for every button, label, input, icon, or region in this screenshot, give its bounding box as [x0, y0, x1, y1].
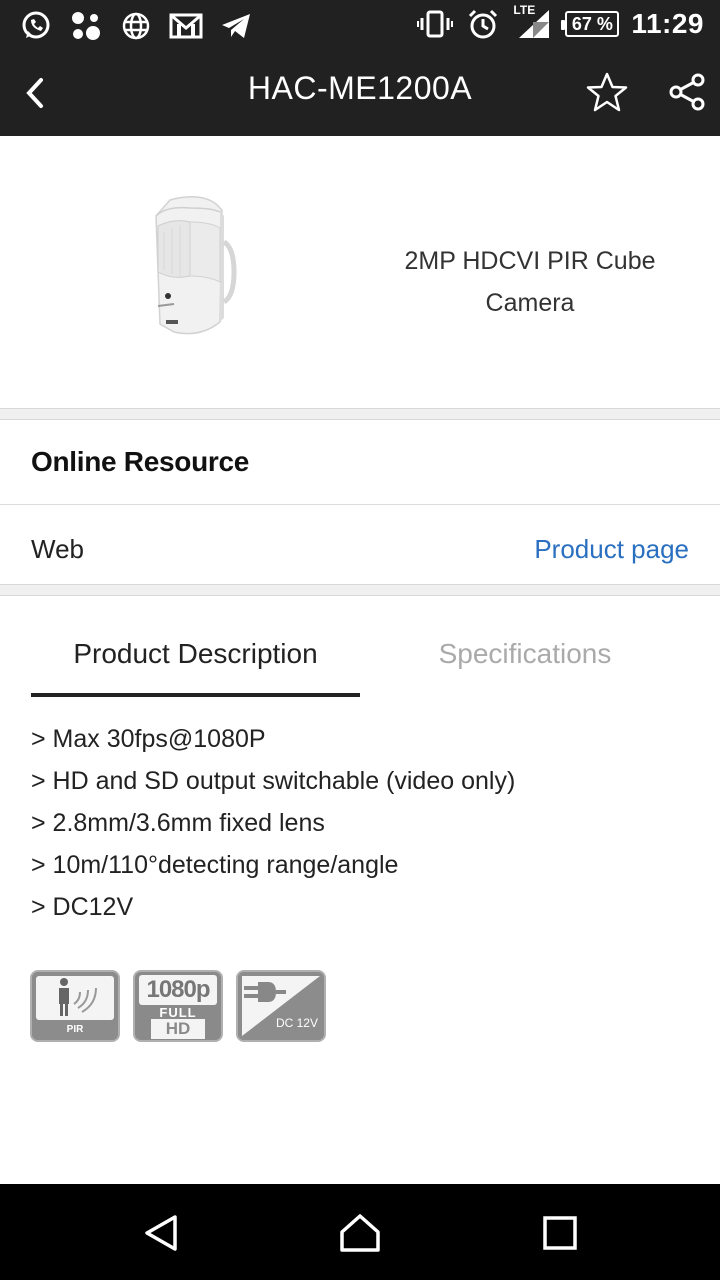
back-icon	[26, 78, 43, 108]
list-item: > HD and SD output switchable (video onl…	[31, 767, 516, 795]
clock: 11:29	[631, 8, 704, 39]
web-label: Web	[31, 534, 84, 564]
tab-specifications[interactable]: Specifications	[360, 638, 690, 670]
apps-icon	[68, 8, 104, 44]
notification-icons	[18, 8, 254, 44]
star-icon	[586, 72, 628, 112]
recents-icon	[543, 1216, 577, 1250]
share-button[interactable]	[662, 67, 712, 117]
list-item: > 10m/110°detecting range/angle	[31, 851, 399, 879]
hd-label: HD	[151, 1019, 205, 1039]
nav-back-button[interactable]	[136, 1208, 186, 1258]
pir-icon: PIR	[30, 970, 120, 1042]
navigation-bar	[0, 1184, 720, 1280]
page-title: HAC-ME1200A	[247, 70, 473, 106]
nav-recents-button[interactable]	[535, 1208, 585, 1258]
favorite-button[interactable]	[582, 67, 632, 117]
globe-icon	[118, 8, 154, 44]
section-gap	[0, 584, 720, 596]
vibrate-icon	[417, 6, 454, 42]
active-tab-indicator	[31, 693, 360, 697]
full-hd-icon: 1080p FULL HD	[133, 970, 223, 1042]
app-bar: HAC-ME1200A	[0, 50, 720, 136]
nav-home-button[interactable]	[335, 1208, 385, 1258]
whatsapp-icon	[18, 8, 54, 44]
gmail-icon	[168, 8, 204, 44]
product-image	[140, 192, 240, 342]
product-page-link[interactable]: Product page	[534, 534, 689, 565]
description-list: > Max 30fps@1080P > HD and SD output swi…	[31, 718, 691, 928]
network-type: LTE	[513, 3, 536, 17]
divider	[0, 504, 720, 505]
back-button[interactable]	[10, 68, 60, 118]
battery-level: 67 %	[571, 13, 613, 34]
list-item: > Max 30fps@1080P	[31, 725, 266, 753]
dc12v-label: DC 12V	[275, 1016, 318, 1030]
tab-bar: Product Description Specifications	[0, 596, 720, 700]
system-indicators: LTE 67 % 11:29	[417, 3, 704, 42]
status-bar: LTE 67 % 11:29	[0, 0, 720, 50]
product-header: 2MP HDCVI PIR Cube Camera	[0, 136, 720, 408]
home-icon	[340, 1214, 380, 1252]
resolution-label: 1080p	[139, 975, 217, 1005]
online-resource-section: Online Resource Web Product page	[0, 420, 720, 584]
full-label: FULL	[159, 1005, 197, 1020]
battery-indicator: 67 %	[561, 11, 620, 37]
share-icon	[669, 73, 705, 111]
section-title: Online Resource	[31, 446, 250, 477]
section-gap	[0, 408, 720, 420]
list-item: > 2.8mm/3.6mm fixed lens	[31, 809, 325, 837]
back-triangle-icon	[145, 1215, 177, 1251]
tab-product-description[interactable]: Product Description	[31, 638, 360, 670]
feature-badges: PIR 1080p FULL HD DC 12V	[30, 970, 326, 1042]
pir-label: PIR	[66, 1024, 84, 1035]
list-item: > DC12V	[31, 893, 134, 921]
dc12v-icon: DC 12V	[236, 970, 326, 1042]
telegram-icon	[218, 8, 254, 44]
product-name: 2MP HDCVI PIR Cube Camera	[404, 247, 656, 317]
alarm-icon	[465, 6, 501, 42]
lte-signal-icon: LTE	[513, 3, 553, 42]
